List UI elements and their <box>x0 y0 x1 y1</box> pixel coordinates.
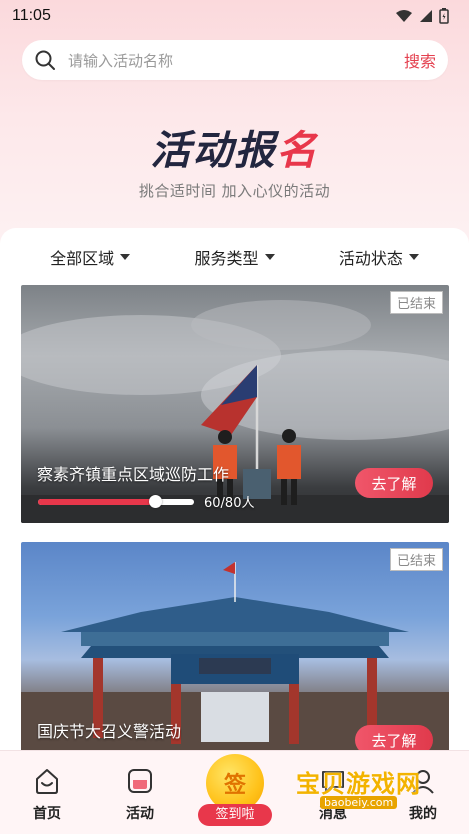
learn-more-button[interactable]: 去了解 <box>355 468 433 498</box>
home-icon <box>36 769 58 794</box>
tab-home-label: 首页 <box>33 806 61 822</box>
filter-service-type[interactable]: 服务类型 <box>194 245 275 269</box>
watermark-logo: 宝贝游戏网 baobeiy.com <box>290 762 440 818</box>
status-icons <box>395 8 449 24</box>
filter-bar: 全部区域 服务类型 活动状态 <box>0 228 469 286</box>
watermark-text: 宝贝游戏网 <box>296 770 421 798</box>
progress-knob <box>149 494 162 508</box>
tab-home[interactable]: 首页 <box>12 767 82 823</box>
progress-count: 60/80人 <box>204 496 255 511</box>
signin-label: 签到啦 <box>198 804 272 826</box>
search-bar[interactable]: 请输入活动名称 搜索 <box>22 40 448 80</box>
hero-title-main: 活动报 <box>150 128 277 174</box>
enrollment-progress: 60/80人 <box>38 492 254 511</box>
activity-card[interactable]: 已结束 察素齐镇重点区域巡防工作 60/80人 去了解 <box>21 285 449 523</box>
wifi-icon <box>396 10 412 22</box>
hero-subtitle: 挑合适时间 加入心仪的活动 <box>138 182 331 200</box>
activity-list-panel: 全部区域 服务类型 活动状态 已结束 察素齐镇重点区域巡防工作 60/80人 去… <box>0 228 469 834</box>
progress-bar <box>38 494 194 508</box>
hero-title-accent: 名 <box>276 128 319 174</box>
status-bar: 11:05 <box>0 0 469 32</box>
status-badge: 已结束 <box>389 291 443 314</box>
tab-activity[interactable]: 活动 <box>105 767 175 823</box>
signin-glyph: 签 <box>223 773 246 798</box>
caret-down-icon <box>408 254 419 260</box>
activity-title: 察素齐镇重点区域巡防工作 <box>37 465 230 484</box>
signin-button[interactable]: 签 签到啦 <box>198 754 272 830</box>
watermark-url: baobeiy.com <box>320 796 398 809</box>
activity-card[interactable]: 已结束 国庆节大召义警活动 去了解 <box>21 542 449 756</box>
activity-title: 国庆节大召义警活动 <box>37 722 182 741</box>
filter-region[interactable]: 全部区域 <box>50 245 131 269</box>
activity-icon <box>128 769 152 793</box>
caret-down-icon <box>120 254 131 260</box>
hero-title: 活动报名 <box>0 118 469 176</box>
battery-icon <box>439 8 449 24</box>
search-button[interactable]: 搜索 <box>404 48 436 72</box>
cellular-signal-icon <box>420 10 432 22</box>
filter-service-type-label: 服务类型 <box>194 249 259 268</box>
status-time: 11:05 <box>12 7 51 24</box>
search-input[interactable]: 请输入活动名称 <box>68 50 404 71</box>
filter-region-label: 全部区域 <box>50 249 115 268</box>
filter-activity-status-label: 活动状态 <box>338 249 403 268</box>
search-icon <box>35 50 55 70</box>
caret-down-icon <box>264 254 275 260</box>
status-badge: 已结束 <box>389 548 443 571</box>
tab-activity-label: 活动 <box>126 806 154 822</box>
filter-activity-status[interactable]: 活动状态 <box>339 245 419 269</box>
progress-fill <box>38 498 155 505</box>
